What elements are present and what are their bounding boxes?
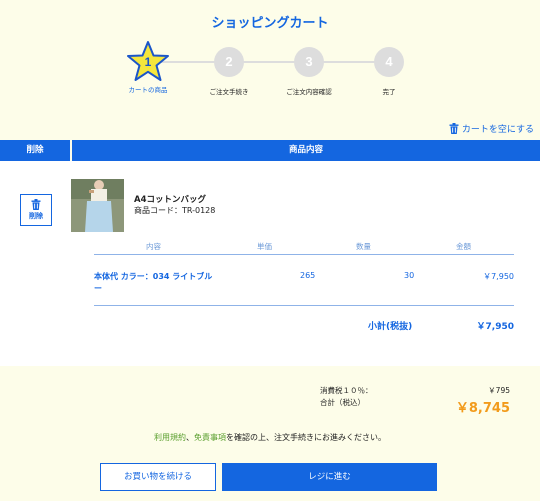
subtotal-value: ￥7,950 [476, 322, 514, 332]
step-label: ご注文内容確認 [286, 88, 332, 96]
col-content: 内容 [146, 242, 161, 251]
total-value: ￥8,745 [455, 401, 510, 416]
col-unit-price: 単価 [257, 242, 272, 251]
star-icon: 1 [126, 40, 170, 84]
line-item-unit-price: 265 [300, 271, 316, 280]
notice-text: を確認の上、注文手続きにお進みください。 [226, 433, 386, 442]
page-title: ショッピングカート [211, 16, 329, 31]
step-label: カートの商品 [128, 86, 168, 94]
divider [94, 305, 514, 306]
product-image [71, 179, 124, 232]
step-3: 3 ご注文内容確認 [264, 40, 354, 96]
delete-item-button[interactable]: 削除 [20, 194, 52, 226]
continue-shopping-button[interactable]: お買い物を続ける [100, 463, 216, 491]
notice-separator: 、 [186, 433, 194, 442]
step-4: 4 完了 [344, 40, 434, 96]
step-label: ご注文手続き [209, 88, 249, 96]
checkout-steps: 1 カートの商品 2 ご注文手続き 3 ご注文内容確認 4 完了 [0, 40, 540, 100]
total-label: 合計（税込） [320, 398, 365, 407]
delete-item-label: 削除 [29, 212, 43, 220]
cart-item-panel: 削除 A4コットンバッグ 商品コード：TR-0128 内容 単価 数量 金額 本… [0, 161, 540, 366]
step-number: 2 [214, 47, 244, 77]
step-number: 4 [374, 47, 404, 77]
disclaimer-link[interactable]: 免責事項 [194, 433, 226, 442]
line-item-description: 本体代 カラー：034 ライトブルー [94, 272, 213, 293]
col-amount: 金額 [456, 242, 471, 251]
trash-icon [31, 199, 41, 210]
step-label: 完了 [382, 88, 396, 96]
empty-cart-label: カートを空にする [461, 125, 534, 135]
trash-icon [449, 123, 459, 134]
terms-link[interactable]: 利用規約 [154, 433, 186, 442]
header-delete: 削除 [0, 140, 70, 161]
line-items-header: 内容 単価 数量 金額 [94, 239, 514, 255]
header-content: 商品内容 [72, 140, 540, 161]
empty-cart-link[interactable]: カートを空にする [449, 122, 534, 135]
tax-value: ￥795 [488, 386, 510, 395]
line-item-quantity: 30 [404, 271, 415, 280]
step-number: 3 [294, 47, 324, 77]
product-name[interactable]: A4コットンバッグ [134, 193, 206, 205]
cart-table-header: 削除 商品内容 [0, 140, 540, 161]
tax-label: 消費税１０％： [320, 386, 373, 395]
checkout-notice: 利用規約、免責事項を確認の上、注文手続きにお進みください。 [0, 432, 540, 443]
step-2: 2 ご注文手続き [184, 40, 274, 96]
product-thumbnail[interactable] [71, 179, 124, 232]
line-item-amount: ￥7,950 [483, 272, 514, 281]
step-1: 1 カートの商品 [103, 40, 193, 94]
step-number: 1 [144, 55, 152, 69]
col-quantity: 数量 [356, 242, 371, 251]
checkout-button[interactable]: レジに進む [222, 463, 437, 491]
subtotal-label: 小計(税抜) [368, 322, 413, 332]
product-code: 商品コード：TR-0128 [134, 206, 216, 215]
